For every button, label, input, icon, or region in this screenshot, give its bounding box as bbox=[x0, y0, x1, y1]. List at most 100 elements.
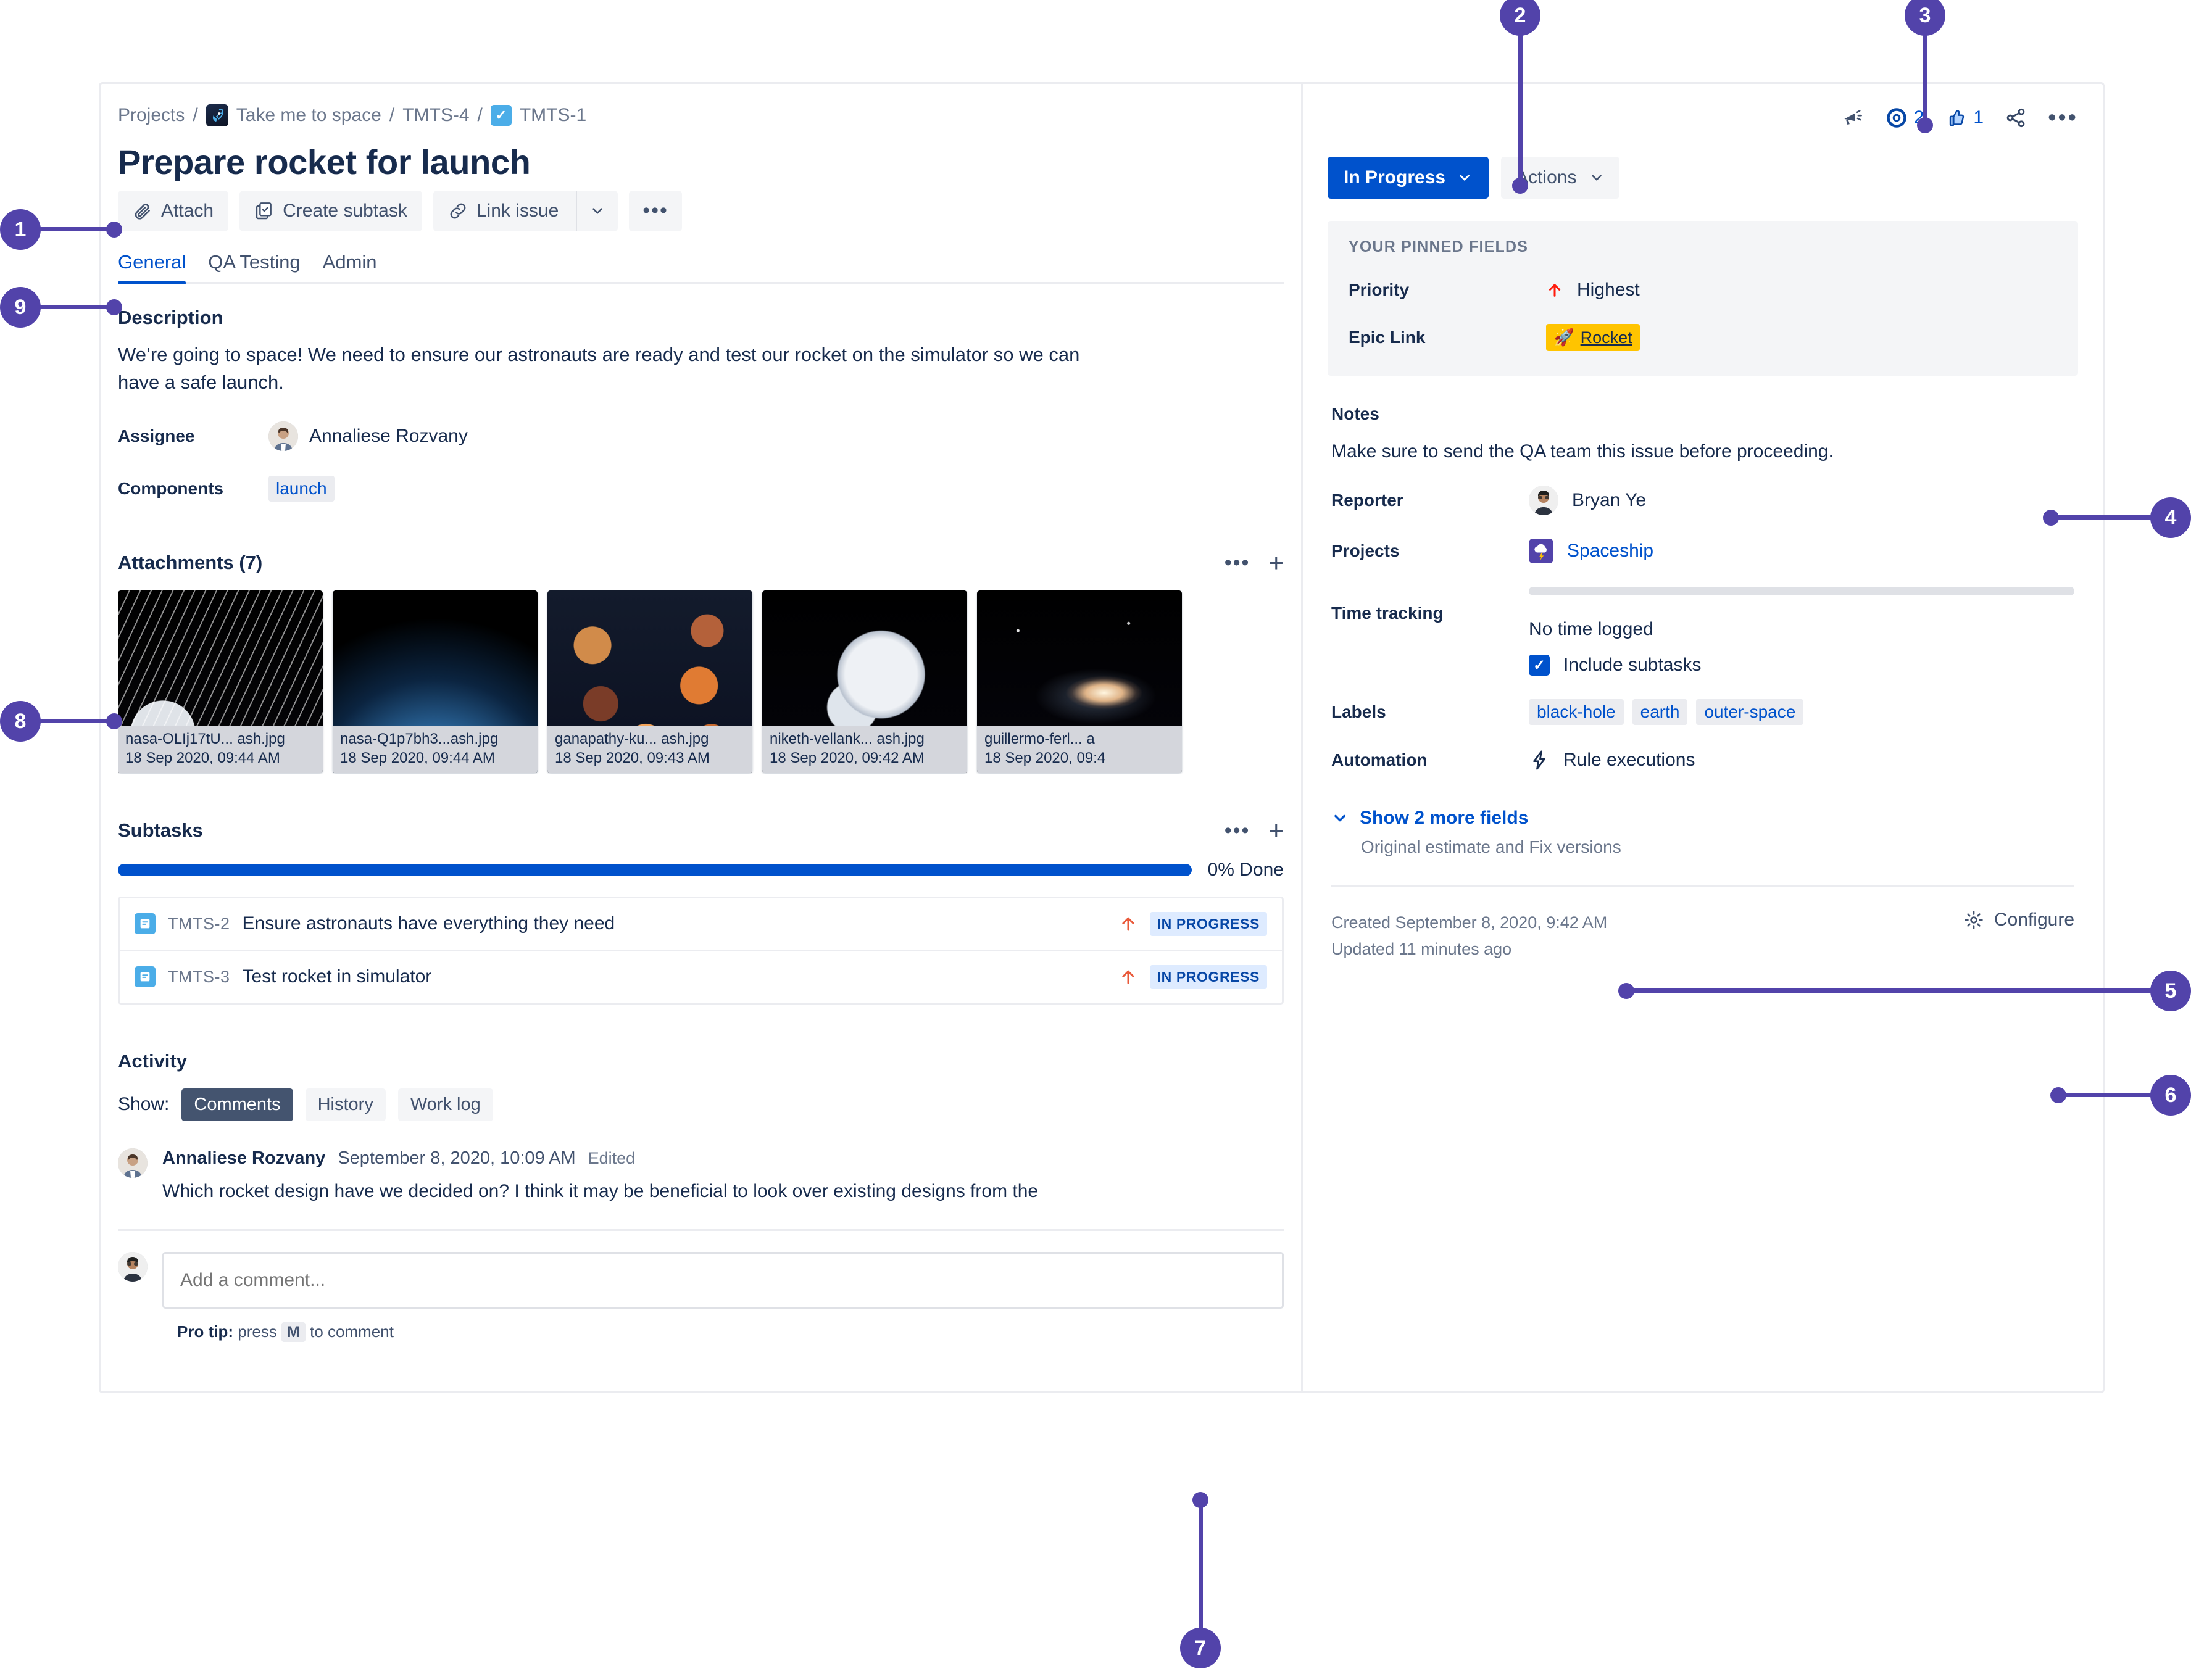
epic-link-badge[interactable]: 🚀 Rocket bbox=[1546, 324, 1640, 351]
component-chip-launch[interactable]: launch bbox=[268, 475, 335, 502]
feedback-megaphone-icon[interactable] bbox=[1841, 106, 1865, 130]
rocket-icon: 🚀 bbox=[1553, 328, 1574, 347]
attachment-card[interactable]: niketh-vellank... ash.jpg 18 Sep 2020, 0… bbox=[762, 590, 967, 773]
include-subtasks-checkbox[interactable]: ✓ bbox=[1529, 655, 1550, 676]
attachments-tools: ••• + bbox=[1224, 549, 1284, 576]
show-more-fields-link[interactable]: Show 2 more fields bbox=[1331, 808, 1528, 829]
watch-eye-icon[interactable]: 2 bbox=[1886, 107, 1924, 129]
table-row[interactable]: TMTS-3 Test rocket in simulator IN PROGR… bbox=[120, 951, 1282, 1003]
issue-header-icons: 2 1 ••• bbox=[1328, 101, 2078, 135]
activity-heading: Activity bbox=[118, 1050, 187, 1072]
attachment-card[interactable]: nasa-Q1p7bh3...ash.jpg 18 Sep 2020, 09:4… bbox=[333, 590, 538, 773]
time-tracking-value[interactable]: No time logged bbox=[1529, 587, 2074, 640]
pinned-fields-title: YOUR PINNED FIELDS bbox=[1349, 238, 1529, 255]
attachment-card[interactable]: guillermo-ferl... a 18 Sep 2020, 09:4 bbox=[977, 590, 1182, 773]
epic-link-label: Epic Link bbox=[1349, 328, 1426, 347]
sidebar-more-icon[interactable]: ••• bbox=[2048, 106, 2078, 130]
time-tracking-text: No time logged bbox=[1529, 619, 1653, 639]
attachment-meta: niketh-vellank... ash.jpg 18 Sep 2020, 0… bbox=[762, 725, 967, 773]
subtasks-tools: ••• + bbox=[1224, 817, 1284, 843]
time-tracking-field: Time tracking No time logged bbox=[1331, 587, 2074, 640]
attachment-filename: ganapathy-ku... ash.jpg bbox=[555, 730, 709, 747]
attachments-add-icon[interactable]: + bbox=[1268, 549, 1284, 576]
automation-text: Rule executions bbox=[1563, 750, 1695, 770]
attachment-card[interactable]: nasa-OLIj17tU... ash.jpg 18 Sep 2020, 09… bbox=[118, 590, 323, 773]
assignee-value[interactable]: Annaliese Rozvany bbox=[268, 421, 468, 451]
subtask-title: Test rocket in simulator bbox=[242, 966, 432, 987]
breadcrumb-parent-key[interactable]: TMTS-4 bbox=[402, 105, 469, 126]
status-dropdown-button[interactable]: In Progress bbox=[1328, 157, 1489, 199]
tab-general[interactable]: General bbox=[118, 251, 186, 284]
priority-value[interactable]: Highest bbox=[1546, 280, 1640, 300]
breadcrumb-projects[interactable]: Projects bbox=[118, 105, 185, 126]
comment-author[interactable]: Annaliese Rozvany bbox=[162, 1148, 325, 1169]
project-link-spaceship[interactable]: Spaceship bbox=[1567, 541, 1653, 561]
attachments-heading: Attachments (7) bbox=[118, 551, 263, 573]
create-subtask-button[interactable]: Create subtask bbox=[239, 190, 422, 231]
attach-button[interactable]: Attach bbox=[118, 190, 229, 231]
more-actions-label: ••• bbox=[642, 199, 668, 223]
callout-badge-6: 6 bbox=[2150, 1075, 2191, 1116]
callout-line-7 bbox=[1199, 1499, 1203, 1634]
activity-section: Activity Show: Comments History Work log bbox=[118, 1050, 1284, 1342]
show-more-fields-sub: Original estimate and Fix versions bbox=[1361, 837, 1621, 856]
description-text: We’re going to space! We need to ensure … bbox=[118, 343, 1080, 393]
issue-action-toolbar: Attach Create subtask Link issue ••• bbox=[118, 190, 1301, 231]
projects-label: Projects bbox=[1331, 541, 1400, 560]
label-chip[interactable]: outer-space bbox=[1696, 699, 1804, 725]
tab-qa-testing[interactable]: QA Testing bbox=[208, 251, 300, 282]
more-actions-button[interactable]: ••• bbox=[629, 190, 682, 231]
table-row[interactable]: TMTS-2 Ensure astronauts have everything… bbox=[120, 898, 1282, 951]
configure-button[interactable]: Configure bbox=[1963, 910, 2074, 930]
epic-link-value: 🚀 Rocket bbox=[1546, 324, 1640, 351]
tab-admin[interactable]: Admin bbox=[323, 251, 377, 282]
attachment-meta: nasa-OLIj17tU... ash.jpg 18 Sep 2020, 09… bbox=[118, 725, 323, 773]
comment-edited-badge: Edited bbox=[588, 1148, 636, 1167]
automation-field: Automation Rule executions bbox=[1331, 748, 2074, 772]
breadcrumb-project-name[interactable]: Take me to space bbox=[236, 105, 381, 126]
add-comment-input[interactable] bbox=[162, 1251, 1284, 1309]
pro-tip-prefix: Pro tip: bbox=[177, 1322, 233, 1341]
pinned-field-priority: Priority Highest bbox=[1349, 280, 2057, 300]
attachments-more-icon[interactable]: ••• bbox=[1224, 552, 1250, 573]
reporter-label: Reporter bbox=[1331, 491, 1403, 510]
automation-value[interactable]: Rule executions bbox=[1529, 748, 1695, 772]
chevron-down-icon bbox=[1331, 810, 1349, 827]
subtasks-add-icon[interactable]: + bbox=[1268, 817, 1284, 843]
notes-value: Make sure to send the QA team this issue… bbox=[1331, 441, 1834, 462]
breadcrumb-separator-2: / bbox=[389, 105, 395, 125]
label-chip[interactable]: black-hole bbox=[1529, 699, 1624, 725]
pinned-fields-panel: YOUR PINNED FIELDS Priority Highest Epic… bbox=[1328, 221, 2078, 376]
attachment-date: 18 Sep 2020, 09:43 AM bbox=[555, 749, 710, 766]
progress-label: 0% Done bbox=[1207, 859, 1284, 880]
avatar bbox=[118, 1148, 148, 1178]
status-badge[interactable]: IN PROGRESS bbox=[1149, 964, 1267, 989]
link-issue-button[interactable]: Link issue bbox=[433, 190, 618, 231]
priority-highest-icon bbox=[1119, 913, 1137, 934]
attachments-carousel[interactable]: nasa-OLIj17tU... ash.jpg 18 Sep 2020, 09… bbox=[118, 590, 1284, 774]
status-badge[interactable]: IN PROGRESS bbox=[1149, 911, 1267, 936]
filter-work-log[interactable]: Work log bbox=[397, 1088, 493, 1121]
labels-label: Labels bbox=[1331, 702, 1386, 721]
like-thumbs-up-icon[interactable]: 1 bbox=[1945, 107, 1984, 129]
filter-comments[interactable]: Comments bbox=[181, 1088, 293, 1121]
subtask-title: Ensure astronauts have everything they n… bbox=[242, 913, 615, 934]
priority-highest-icon bbox=[1119, 966, 1137, 987]
actions-dropdown-button[interactable]: Actions bbox=[1501, 157, 1620, 199]
filter-history[interactable]: History bbox=[305, 1088, 386, 1121]
activity-filter-row: Show: Comments History Work log bbox=[118, 1088, 1284, 1121]
label-chip[interactable]: earth bbox=[1632, 699, 1688, 725]
breadcrumb-issue-key[interactable]: TMTS-1 bbox=[520, 105, 586, 126]
subtask-icon bbox=[254, 201, 274, 221]
reporter-name: Bryan Ye bbox=[1572, 490, 1647, 510]
spaceship-project-icon bbox=[1529, 539, 1553, 563]
reporter-value[interactable]: Bryan Ye bbox=[1529, 486, 1646, 515]
share-icon[interactable] bbox=[2005, 107, 2027, 129]
callout-badge-3: 3 bbox=[1905, 0, 1945, 36]
link-issue-caret[interactable] bbox=[576, 190, 618, 231]
subtasks-more-icon[interactable]: ••• bbox=[1224, 820, 1250, 841]
time-tracking-bar bbox=[1529, 587, 2074, 595]
avatar bbox=[1529, 486, 1558, 515]
attachment-card[interactable]: ganapathy-ku... ash.jpg 18 Sep 2020, 09:… bbox=[547, 590, 752, 773]
priority-text: Highest bbox=[1577, 280, 1640, 300]
